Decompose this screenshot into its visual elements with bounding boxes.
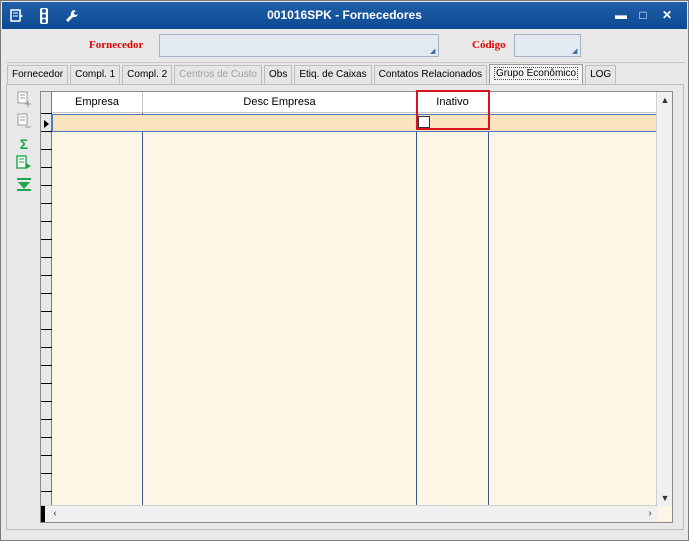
column-header-filler [489, 92, 657, 113]
grupo-economico-grid[interactable]: Empresa Desc Empresa Inativo ▲ ▼ ‹ › [40, 90, 673, 523]
codigo-label: Código [472, 39, 506, 51]
tab-etiq-de-caixas[interactable]: Etiq. de Caixas [294, 65, 372, 84]
horizontal-scrollbar[interactable]: ‹ › [41, 505, 658, 522]
lookup-icon[interactable]: ◢ [572, 48, 579, 55]
filter-down-icon[interactable] [14, 177, 34, 195]
row-indicator-column [41, 92, 52, 506]
tab-fornecedor[interactable]: Fornecedor [7, 65, 69, 84]
fornecedor-label: Fornecedor [89, 39, 144, 51]
close-button[interactable]: ✕ [659, 8, 675, 22]
tab-centros-de-custo: Centros de Custo [174, 65, 262, 84]
export-icon[interactable] [14, 155, 34, 173]
column-header-desc-empresa[interactable]: Desc Empresa [143, 92, 417, 113]
tab-bar: Fornecedor Compl. 1 Compl. 2 Centros de … [7, 64, 618, 85]
tab-compl-1[interactable]: Compl. 1 [70, 65, 121, 84]
add-record-icon[interactable] [14, 91, 34, 109]
title-bar[interactable]: 001016SPK - Fornecedores ▬ □ ✕ [2, 2, 687, 29]
tab-compl-2[interactable]: Compl. 2 [122, 65, 173, 84]
fornecedor-field[interactable]: ◢ [159, 34, 439, 57]
header-panel: Fornecedor ◢ Código ◢ [6, 29, 685, 63]
lookup-icon[interactable]: ◢ [430, 48, 437, 55]
main-window: 001016SPK - Fornecedores ▬ □ ✕ Fornecedo… [0, 0, 689, 541]
codigo-field[interactable]: ◢ [514, 34, 581, 57]
sum-icon[interactable]: Σ [14, 135, 34, 153]
tab-contatos-relacionados[interactable]: Contatos Relacionados [373, 65, 488, 84]
tab-obs[interactable]: Obs [264, 65, 293, 84]
column-header-empresa[interactable]: Empresa [52, 92, 143, 113]
remove-record-icon[interactable] [14, 113, 34, 131]
inativo-highlight-box [416, 90, 490, 130]
scroll-up-icon[interactable]: ▲ [657, 92, 673, 108]
current-row-pointer-icon [44, 120, 49, 128]
scroll-down-icon[interactable]: ▼ [657, 490, 673, 506]
minimize-button[interactable]: ▬ [613, 8, 629, 22]
window-title: 001016SPK - Fornecedores [267, 8, 422, 22]
table-row[interactable] [52, 114, 657, 132]
scroll-right-icon[interactable]: › [642, 506, 658, 522]
maximize-button[interactable]: □ [635, 8, 651, 22]
tab-grupo-economico[interactable]: Grupo Econômico [489, 64, 584, 84]
vertical-scrollbar[interactable]: ▲ ▼ [656, 92, 672, 506]
scroll-left-icon[interactable]: ‹ [47, 506, 63, 522]
tab-log[interactable]: LOG [585, 65, 617, 84]
